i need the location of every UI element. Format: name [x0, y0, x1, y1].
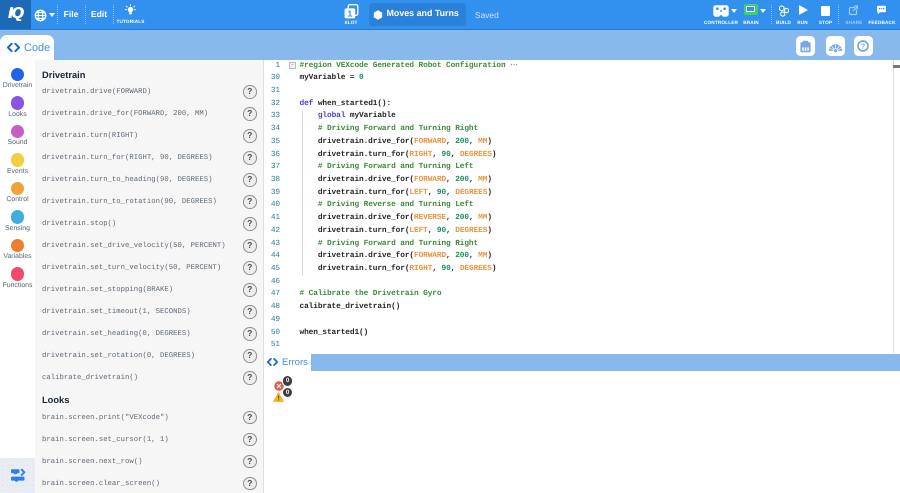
svg-text:?: ?	[861, 43, 866, 51]
svg-text:1: 1	[348, 8, 353, 18]
